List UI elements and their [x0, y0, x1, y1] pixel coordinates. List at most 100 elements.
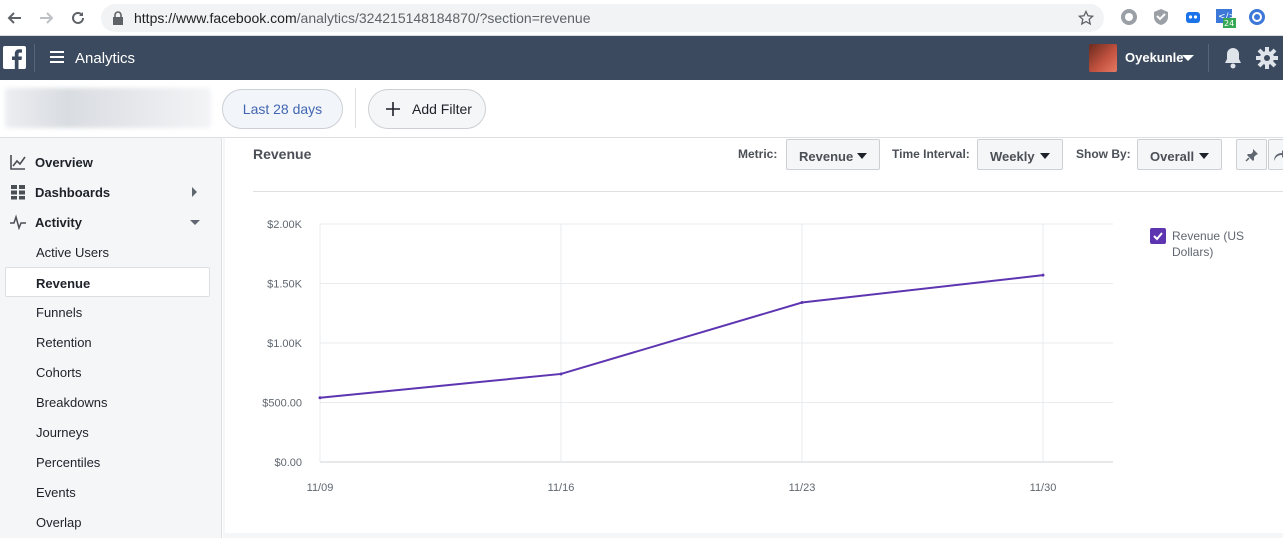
- app-title: Analytics: [75, 50, 136, 67]
- analytics-header: Analytics Oyekunle: [0, 36, 1283, 80]
- back-arrow-icon[interactable]: [4, 7, 26, 29]
- date-range-button[interactable]: Last 28 days: [222, 89, 343, 129]
- sidebar-item-revenue[interactable]: Revenue: [5, 267, 210, 297]
- sidebar-item-label: Breakdowns: [36, 395, 108, 410]
- x-tick-label: 11/16: [548, 482, 575, 494]
- extension-code-badge-icon[interactable]: </> 24: [1216, 8, 1236, 28]
- star-icon[interactable]: [1078, 10, 1094, 26]
- extension-circle-icon[interactable]: [1248, 8, 1268, 28]
- browser-toolbar: https://www.facebook.com/analytics/32421…: [0, 0, 1283, 36]
- revenue-panel: Revenue Metric: Revenue Time Interval: W…: [225, 138, 1283, 533]
- share-button[interactable]: [1268, 139, 1283, 170]
- revenue-line-chart: $0.00 $500.00 $1.00K $1.50K $2.00K 11/09 11/16…: [262, 219, 1113, 494]
- collapse-arrow-icon[interactable]: [190, 220, 200, 225]
- overview-chart-icon: [10, 155, 26, 170]
- y-tick-label: $1.00K: [267, 338, 303, 350]
- y-tick-label: $500.00: [262, 398, 302, 410]
- svg-text:24: 24: [1224, 19, 1234, 28]
- extension-robot-icon[interactable]: [1184, 8, 1204, 28]
- sidebar-item-label: Events: [36, 485, 76, 500]
- extension-clock-icon[interactable]: [1120, 8, 1140, 28]
- header-divider: [1208, 44, 1209, 72]
- filter-divider: [355, 88, 356, 128]
- legend-checkbox[interactable]: [1150, 228, 1166, 244]
- legend-label: Revenue (US Dollars): [1172, 229, 1245, 259]
- checkmark-icon: [1153, 232, 1163, 241]
- series-line: [319, 274, 1044, 399]
- sidebar-item-active-users[interactable]: Active Users: [0, 237, 222, 267]
- sidebar-item-label: Revenue: [36, 276, 91, 291]
- interval-value: Weekly: [990, 149, 1035, 164]
- sidebar-item-label: Percentiles: [36, 455, 101, 470]
- activity-pulse-icon: [10, 214, 26, 230]
- pin-button[interactable]: [1236, 139, 1267, 170]
- sidebar-item-cohorts[interactable]: Cohorts: [0, 357, 222, 387]
- share-icon: [1274, 150, 1283, 161]
- y-tick-label: $2.00K: [267, 219, 303, 231]
- header-divider: [34, 44, 35, 72]
- sidebar-item-label: Retention: [36, 335, 92, 350]
- plus-icon: [386, 102, 400, 116]
- data-point: [318, 396, 322, 400]
- sidebar-item-overview[interactable]: Overview: [0, 147, 222, 177]
- sidebar-item-label: Activity: [35, 215, 82, 230]
- time-interval-dropdown[interactable]: Weekly: [977, 139, 1063, 170]
- metric-label: Metric:: [738, 147, 778, 161]
- x-tick-label: 11/30: [1030, 482, 1057, 494]
- sidebar-item-label: Active Users: [36, 245, 109, 260]
- chevron-down-icon: [857, 153, 867, 159]
- data-point: [559, 372, 563, 376]
- sidebar: Overview Dashboards Activity Active User…: [0, 138, 222, 538]
- show-by-dropdown[interactable]: Overall: [1137, 139, 1222, 170]
- facebook-logo-icon[interactable]: [3, 46, 26, 69]
- filter-bar: Last 28 days Add Filter: [0, 80, 1283, 138]
- expand-arrow-icon[interactable]: [192, 187, 197, 197]
- chevron-down-icon: [1040, 153, 1050, 159]
- user-menu-caret-icon[interactable]: [1182, 55, 1194, 61]
- panel-title: Revenue: [253, 146, 312, 162]
- main-content: Revenue Metric: Revenue Time Interval: W…: [223, 138, 1283, 538]
- settings-gear-icon[interactable]: [1256, 47, 1278, 69]
- metric-value: Revenue: [799, 149, 854, 164]
- sidebar-item-journeys[interactable]: Journeys: [0, 417, 222, 447]
- pin-icon: [1245, 149, 1258, 162]
- sidebar-item-breakdowns[interactable]: Breakdowns: [0, 387, 222, 417]
- y-tick-label: $1.50K: [267, 279, 303, 291]
- sidebar-item-label: Cohorts: [36, 365, 82, 380]
- dashboards-grid-icon: [11, 185, 25, 200]
- sidebar-item-funnels[interactable]: Funnels: [0, 297, 222, 327]
- add-filter-button[interactable]: Add Filter: [368, 89, 486, 129]
- sidebar-item-retention[interactable]: Retention: [0, 327, 222, 357]
- sidebar-item-label: Overlap: [36, 515, 82, 530]
- showby-value: Overall: [1150, 149, 1195, 164]
- forward-arrow-icon[interactable]: [35, 7, 57, 29]
- sidebar-item-label: Dashboards: [35, 185, 111, 200]
- x-tick-label: 11/23: [789, 482, 816, 494]
- menu-icon[interactable]: [50, 51, 64, 63]
- app-selector-blurred[interactable]: [5, 88, 211, 128]
- extension-shield-icon[interactable]: [1152, 8, 1172, 28]
- chevron-down-icon: [1199, 153, 1209, 159]
- metric-dropdown[interactable]: Revenue: [786, 139, 880, 170]
- sidebar-item-dashboards[interactable]: Dashboards: [0, 177, 222, 207]
- sidebar-item-label: Journeys: [36, 425, 89, 440]
- sidebar-item-label: Funnels: [36, 305, 83, 320]
- time-interval-label: Time Interval:: [892, 147, 970, 161]
- notifications-bell-icon[interactable]: [1223, 47, 1243, 69]
- y-tick-label: $0.00: [274, 457, 302, 469]
- sidebar-item-overlap[interactable]: Overlap: [0, 507, 222, 537]
- user-name[interactable]: Oyekunle: [1125, 50, 1184, 65]
- panel-divider: [253, 191, 1283, 192]
- add-filter-label: Add Filter: [412, 101, 472, 117]
- data-point: [800, 301, 804, 305]
- sidebar-item-events[interactable]: Events: [0, 477, 222, 507]
- show-by-label: Show By:: [1076, 147, 1131, 161]
- avatar[interactable]: [1089, 44, 1117, 72]
- sidebar-item-activity[interactable]: Activity: [0, 207, 222, 237]
- lock-icon: [113, 11, 123, 25]
- data-point: [1041, 273, 1045, 277]
- address-bar[interactable]: https://www.facebook.com/analytics/32421…: [101, 4, 1104, 32]
- sidebar-item-percentiles[interactable]: Percentiles: [0, 447, 222, 477]
- reload-icon[interactable]: [67, 7, 89, 29]
- url-text: https://www.facebook.com/analytics/32421…: [134, 10, 591, 26]
